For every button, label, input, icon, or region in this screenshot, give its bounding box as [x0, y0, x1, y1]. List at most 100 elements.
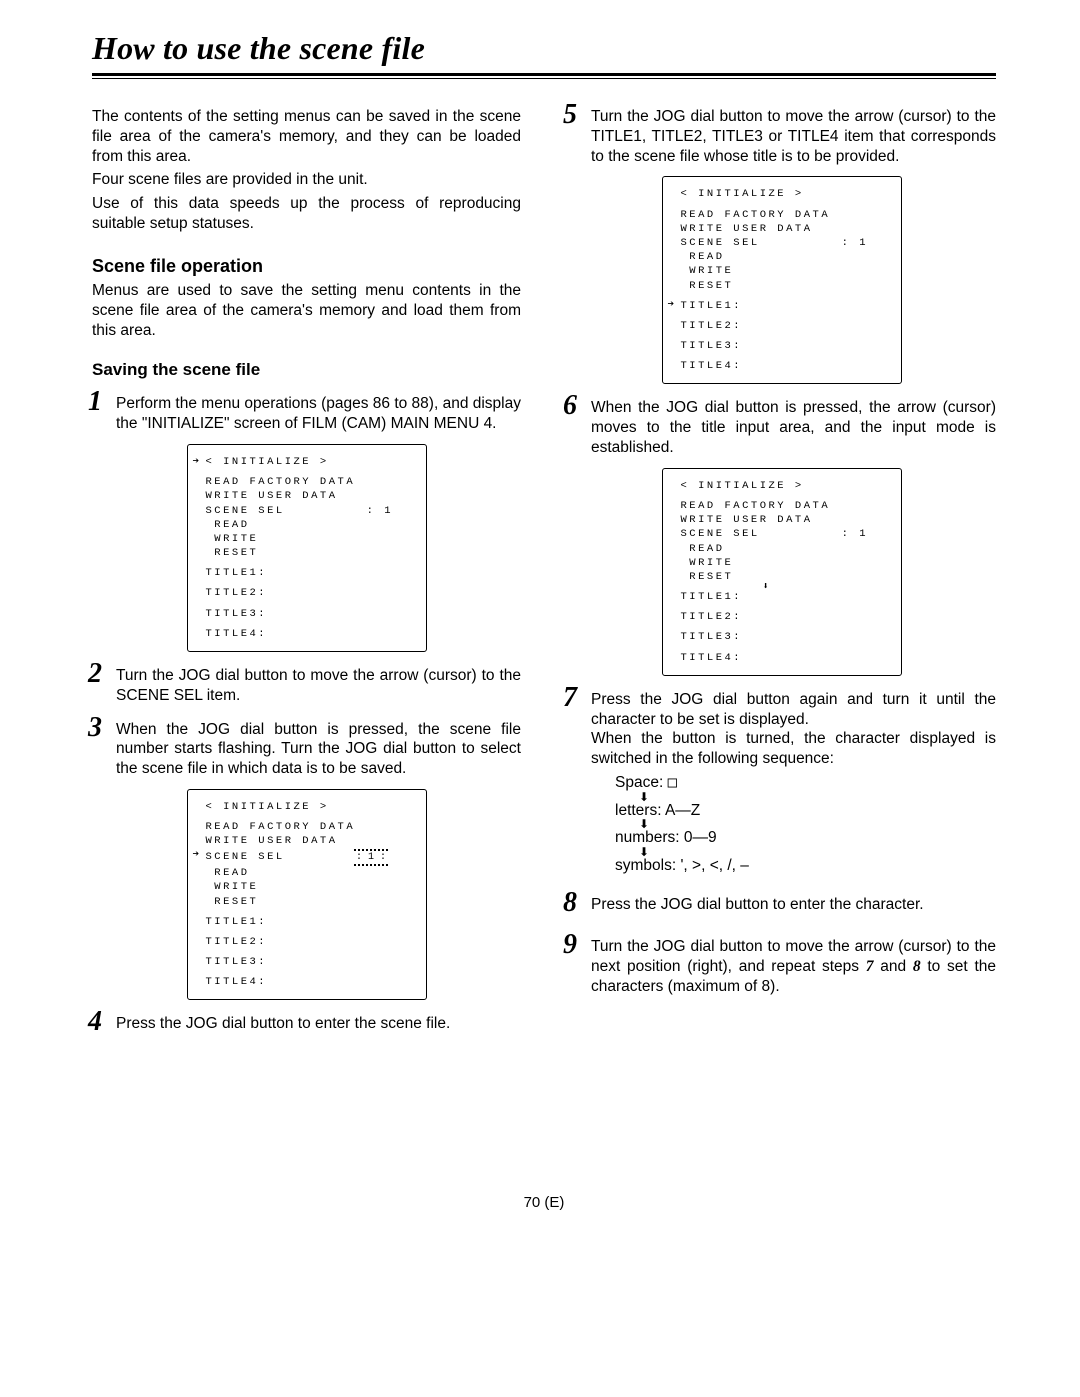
step-number-4: 4 [88, 1006, 102, 1038]
menu-box-2: < INITIALIZE > READ FACTORY DATA WRITE U… [187, 789, 427, 1000]
step-4: 4 Press the JOG dial button to enter the… [92, 1014, 521, 1034]
intro-para-2: Four scene files are provided in the uni… [92, 170, 521, 190]
menu-line: SCENE SEL : 1 [681, 236, 889, 250]
menu-line: TITLE4: [681, 651, 889, 665]
step-6: 6 When the JOG dial button is pressed, t… [567, 398, 996, 457]
seq-letters: letters: A—Z [615, 803, 996, 819]
menu-box-1: ➔ < INITIALIZE > READ FACTORY DATA WRITE… [187, 444, 427, 652]
menu-line: READ FACTORY DATA [206, 475, 414, 489]
step-6-text: When the JOG dial button is pressed, the… [591, 398, 996, 457]
blinking-value: : 1 : [354, 849, 388, 867]
menu-line: TITLE4: [206, 627, 414, 641]
arrow-right-icon: ➔ [668, 298, 675, 313]
menu-line: RESET [206, 895, 414, 909]
menu-line: READ [206, 866, 414, 880]
menu-line: RESET [681, 570, 889, 584]
seq-numbers: numbers: 0—9 [615, 830, 996, 846]
menu-box-4: < INITIALIZE > READ FACTORY DATA WRITE U… [662, 468, 902, 676]
menu-line: TITLE2: [206, 586, 414, 600]
menu-line: TITLE3: [681, 339, 889, 353]
menu-header: < INITIALIZE > [681, 187, 889, 201]
scene-op-para: Menus are used to save the setting menu … [92, 281, 521, 340]
menu-line: TITLE4: [681, 359, 889, 373]
menu-line: TITLE1: [206, 566, 414, 580]
step-5-text: Turn the JOG dial button to move the arr… [591, 107, 996, 166]
menu-line: WRITE [681, 264, 889, 278]
menu-line: TITLE3: [206, 955, 414, 969]
menu-line: RESET [681, 279, 889, 293]
menu-line: WRITE [206, 532, 414, 546]
page-title: How to use the scene file [92, 30, 996, 67]
menu-line: SCENE SEL : 1 [681, 527, 889, 541]
right-column: 5 Turn the JOG dial button to move the a… [567, 107, 996, 1034]
seq-space: Space: □ [615, 775, 996, 791]
heading-scene-file-operation: Scene file operation [92, 256, 521, 277]
menu-line: SCENE SEL : 1 [206, 504, 414, 518]
menu-line: TITLE1: [681, 299, 889, 313]
menu-line: TITLE4: [206, 975, 414, 989]
menu-line: RESET [206, 546, 414, 560]
char-sequence: Space: □ ⬇ letters: A—Z ⬇ numbers: 0—9 ⬇… [615, 775, 996, 873]
step-8: 8 Press the JOG dial button to enter the… [567, 895, 996, 915]
step-number-3: 3 [88, 712, 102, 744]
rule-thick [92, 73, 996, 76]
step-1: 1 Perform the menu operations (pages 86 … [92, 394, 521, 434]
arrow-down-icon: ⬇ [639, 791, 996, 803]
rule-thin [92, 78, 996, 79]
step-2-text: Turn the JOG dial button to move the arr… [116, 666, 521, 706]
left-column: The contents of the setting menus can be… [92, 107, 521, 1034]
menu-line: SCENE SEL : 1 : [206, 849, 414, 867]
menu-line: WRITE [206, 880, 414, 894]
step-3: 3 When the JOG dial button is pressed, t… [92, 720, 521, 779]
menu-header: < INITIALIZE > [206, 455, 414, 469]
menu-line: READ [681, 542, 889, 556]
menu-line: TITLE3: [206, 607, 414, 621]
arrow-right-icon: ➔ [193, 848, 200, 863]
page-footer: 70 (E) [92, 1194, 996, 1211]
arrow-right-icon: ➔ [193, 455, 200, 470]
step-number-1: 1 [88, 386, 102, 418]
step-ref-7: 7 [866, 958, 874, 975]
menu-line: TITLE3: [681, 630, 889, 644]
step-number-8: 8 [563, 887, 577, 919]
menu-line: READ [681, 250, 889, 264]
menu-header: < INITIALIZE > [681, 479, 889, 493]
menu-line: READ FACTORY DATA [681, 499, 889, 513]
square-icon: □ [668, 773, 677, 791]
step-1-text: Perform the menu operations (pages 86 to… [116, 394, 521, 434]
step-ref-8: 8 [913, 958, 921, 975]
menu-line: TITLE1: [681, 590, 889, 604]
step-number-5: 5 [563, 99, 577, 131]
step-2: 2 Turn the JOG dial button to move the a… [92, 666, 521, 706]
intro-para-3: Use of this data speeds up the process o… [92, 194, 521, 234]
menu-line: WRITE [681, 556, 889, 570]
step-7-text: Press the JOG dial button again and turn… [591, 690, 996, 769]
menu-header: < INITIALIZE > [206, 800, 414, 814]
step-9: 9 Turn the JOG dial button to move the a… [567, 937, 996, 996]
menu-line: TITLE2: [206, 935, 414, 949]
intro-para-1: The contents of the setting menus can be… [92, 107, 521, 166]
step-number-9: 9 [563, 929, 577, 961]
step-4-text: Press the JOG dial button to enter the s… [116, 1014, 521, 1034]
arrow-down-icon: ⬇ [763, 581, 769, 595]
step-5: 5 Turn the JOG dial button to move the a… [567, 107, 996, 166]
step-number-6: 6 [563, 390, 577, 422]
seq-symbols: symbols: ', >, <, /, – [615, 858, 996, 874]
menu-line: WRITE USER DATA [206, 489, 414, 503]
step-number-7: 7 [563, 682, 577, 714]
step-8-text: Press the JOG dial button to enter the c… [591, 895, 996, 915]
menu-line: TITLE2: [681, 319, 889, 333]
menu-line: WRITE USER DATA [681, 513, 889, 527]
arrow-down-icon: ⬇ [639, 846, 996, 858]
menu-line: READ FACTORY DATA [681, 208, 889, 222]
step-7: 7 Press the JOG dial button again and tu… [567, 690, 996, 873]
step-9-mid: and [874, 958, 913, 975]
menu-line: TITLE2: [681, 610, 889, 624]
menu-line: WRITE USER DATA [206, 834, 414, 848]
heading-saving-scene-file: Saving the scene file [92, 360, 521, 380]
menu-box-3: < INITIALIZE > READ FACTORY DATA WRITE U… [662, 176, 902, 384]
step-7a: Press the JOG dial button again and turn… [591, 690, 996, 730]
menu-line: TITLE1: [206, 915, 414, 929]
menu-line: READ [206, 518, 414, 532]
step-3-text: When the JOG dial button is pressed, the… [116, 720, 521, 779]
